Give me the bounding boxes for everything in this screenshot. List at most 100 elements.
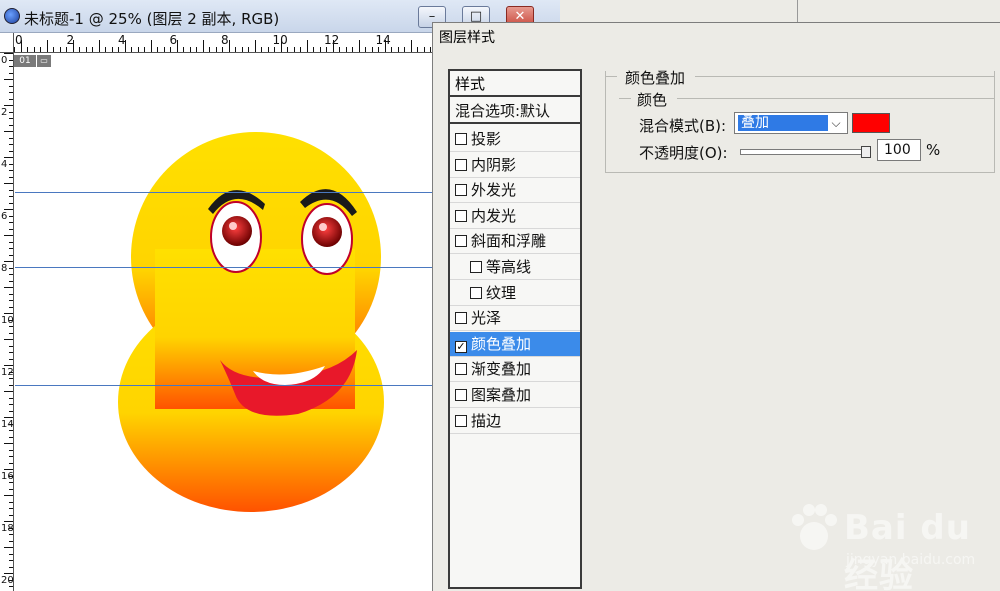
ruler-tick [79, 47, 80, 52]
style-item[interactable]: 光泽 [450, 306, 580, 332]
ruler-tick [293, 47, 295, 52]
ruler-tick [9, 586, 13, 587]
style-item[interactable]: 外发光 [450, 178, 580, 204]
style-item-label: 纹理 [486, 283, 517, 302]
opacity-slider-thumb[interactable] [861, 146, 871, 158]
color-group-title: 颜色 [637, 91, 668, 109]
ruler-tick [9, 501, 13, 503]
opacity-slider[interactable] [740, 149, 870, 155]
ruler-origin[interactable] [0, 33, 14, 53]
section-title: 颜色叠加 [625, 69, 686, 87]
ruler-tick [326, 47, 327, 52]
ruler-tick [9, 85, 13, 87]
style-item[interactable]: 渐变叠加 [450, 357, 580, 383]
ruler-tick [287, 47, 288, 52]
checkbox-icon[interactable] [455, 389, 467, 401]
ruler-tick [9, 332, 13, 334]
style-item[interactable]: 纹理 [450, 281, 580, 306]
app-root: 未标题-1 @ 25% (图层 2 副本, RGB) – □ ✕ 0246810… [0, 0, 1000, 591]
ruler-tick [352, 47, 353, 52]
checkbox-icon[interactable] [455, 209, 467, 222]
checkbox-icon[interactable] [455, 158, 467, 171]
ruler-tick [9, 274, 13, 275]
ruler-tick [105, 47, 106, 52]
ruler-tick [118, 47, 119, 52]
ruler-tick [4, 469, 13, 470]
ruler-tick [9, 254, 13, 256]
ruler-tick [33, 47, 35, 52]
style-item[interactable]: 斜面和浮雕 [450, 229, 580, 255]
ruler-tick [4, 339, 13, 340]
ruler-tick [9, 508, 13, 509]
styles-header[interactable]: 样式 [450, 71, 580, 97]
slice-number-badge: 01 [14, 55, 36, 67]
style-item[interactable]: 图案叠加 [450, 383, 580, 408]
checkbox-icon[interactable] [455, 184, 467, 197]
ruler-tick [4, 313, 13, 314]
checkbox-icon[interactable] [470, 286, 482, 299]
group-border [677, 98, 995, 99]
dialog-title: 图层样式 [439, 30, 495, 46]
chevron-down-icon[interactable]: ⌵ [827, 114, 845, 132]
style-item[interactable]: 投影 [450, 127, 580, 152]
ruler-tick [9, 560, 13, 561]
style-item-label: 颜色叠加 [471, 334, 532, 353]
ruler-label: 18 [1, 523, 14, 534]
vertical-ruler[interactable]: 0 2 4 6 8 10 12 14 16 18 20 [0, 53, 14, 591]
ruler-tick [235, 47, 236, 52]
ruler-tick [4, 287, 13, 288]
ruler-tick [4, 235, 13, 236]
ruler-tick [241, 47, 243, 52]
ruler-tick [4, 521, 13, 522]
ruler-label: 12 [1, 367, 14, 378]
checkbox-checked-icon[interactable]: ✓ [455, 340, 467, 353]
style-item[interactable]: 描边 [450, 409, 580, 434]
ruler-tick [196, 47, 197, 52]
style-item[interactable]: 等高线 [450, 255, 580, 280]
ruler-tick [313, 47, 314, 52]
ruler-tick [20, 40, 22, 52]
overlay-color-swatch[interactable] [852, 113, 890, 133]
blend-options-item[interactable]: 混合选项:默认 [450, 99, 580, 124]
ruler-tick [410, 40, 412, 52]
checkbox-icon[interactable] [455, 414, 467, 427]
ruler-tick [391, 47, 392, 52]
ruler-tick [9, 384, 13, 386]
style-item-label: 内阴影 [471, 155, 517, 174]
ruler-tick [137, 47, 139, 52]
ruler-tick [92, 47, 93, 52]
ruler-tick [378, 47, 379, 52]
document-title: 未标题-1 @ 25% (图层 2 副本, RGB) [24, 10, 280, 28]
ruler-tick [423, 47, 425, 52]
ruler-tick [9, 293, 13, 295]
checkbox-icon[interactable] [455, 363, 467, 376]
ruler-tick [124, 40, 126, 52]
blend-mode-select[interactable]: 叠加 ⌵ [734, 112, 848, 134]
ruler-tick [111, 47, 113, 52]
ruler-tick [9, 404, 13, 405]
ruler-tick [176, 40, 178, 52]
checkbox-icon[interactable] [455, 312, 467, 325]
style-item[interactable]: 内阴影 [450, 153, 580, 178]
checkbox-icon[interactable] [455, 235, 467, 248]
opacity-input[interactable]: 100 [877, 139, 921, 161]
ruler-tick [9, 527, 13, 529]
ruler-tick [371, 47, 373, 52]
ruler-tick [202, 40, 204, 52]
ruler-tick [9, 124, 13, 126]
checkbox-icon[interactable] [455, 133, 467, 145]
ruler-tick [9, 228, 13, 230]
ruler-tick [9, 98, 13, 100]
style-item[interactable]: 内发光 [450, 204, 580, 229]
ruler-tick [4, 105, 13, 106]
ruler-tick [261, 47, 262, 52]
left-pupil [222, 216, 252, 246]
checkbox-icon[interactable] [470, 261, 482, 273]
ruler-tick [9, 423, 13, 425]
style-item[interactable]: ✓ 颜色叠加 [450, 331, 580, 357]
ruler-label: 0 [1, 55, 8, 66]
ruler-tick [9, 202, 13, 204]
ruler-tick [9, 66, 13, 67]
ruler-tick [9, 280, 13, 282]
ruler-label: 20 [1, 575, 14, 586]
